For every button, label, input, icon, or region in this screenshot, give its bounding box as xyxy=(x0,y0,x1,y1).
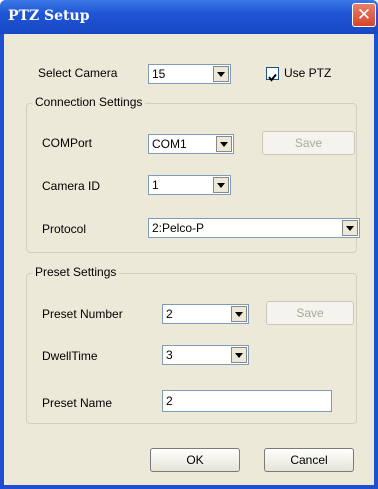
chevron-down-icon xyxy=(231,306,247,322)
chevron-down-icon xyxy=(213,66,229,82)
preset-settings-title: Preset Settings xyxy=(32,265,120,279)
select-camera-value: 15 xyxy=(152,67,166,81)
camera-id-label: Camera ID xyxy=(42,179,101,193)
connection-save-button[interactable]: Save xyxy=(262,131,355,155)
protocol-dropdown[interactable]: 2:Pelco-P xyxy=(148,218,360,238)
preset-number-dropdown[interactable]: 2 xyxy=(162,304,249,324)
camera-id-value: 1 xyxy=(152,178,159,192)
close-button[interactable]: ✕ xyxy=(352,3,376,27)
window-title: PTZ Setup xyxy=(8,8,90,24)
protocol-label: Protocol xyxy=(42,222,87,236)
comport-dropdown[interactable]: COM1 xyxy=(148,134,234,154)
preset-number-value: 2 xyxy=(166,307,173,321)
dwell-time-value: 3 xyxy=(166,348,173,362)
comport-label: COMPort xyxy=(42,136,93,150)
cancel-button[interactable]: Cancel xyxy=(264,448,354,472)
select-camera-dropdown[interactable]: 15 xyxy=(148,64,231,84)
preset-name-label: Preset Name xyxy=(42,396,113,410)
preset-name-value: 2 xyxy=(166,394,173,408)
preset-number-label: Preset Number xyxy=(42,307,123,321)
chevron-down-icon xyxy=(213,177,229,193)
connection-settings-title: Connection Settings xyxy=(32,95,146,109)
ptz-setup-window: PTZ Setup ✕ Select Camera 15 Use PTZ Con… xyxy=(0,0,378,489)
camera-id-dropdown[interactable]: 1 xyxy=(148,175,231,195)
chevron-down-icon xyxy=(231,347,247,363)
title-bar[interactable]: PTZ Setup ✕ xyxy=(0,0,378,34)
close-icon: ✕ xyxy=(356,4,372,25)
chevron-down-icon xyxy=(342,220,358,236)
checkmark-icon xyxy=(268,73,277,82)
preset-name-input[interactable]: 2 xyxy=(162,390,332,412)
dwell-time-dropdown[interactable]: 3 xyxy=(162,345,249,365)
use-ptz-checkbox[interactable] xyxy=(266,67,279,82)
ok-button[interactable]: OK xyxy=(150,448,240,472)
comport-value: COM1 xyxy=(152,137,187,151)
dwell-time-label: DwellTime xyxy=(42,349,98,363)
chevron-down-icon xyxy=(216,136,232,152)
use-ptz-label: Use PTZ xyxy=(284,66,332,80)
preset-save-button[interactable]: Save xyxy=(266,301,354,325)
select-camera-label: Select Camera xyxy=(38,66,118,80)
dialog-body: Select Camera 15 Use PTZ Connection Sett… xyxy=(4,34,374,485)
protocol-value: 2:Pelco-P xyxy=(152,221,205,235)
